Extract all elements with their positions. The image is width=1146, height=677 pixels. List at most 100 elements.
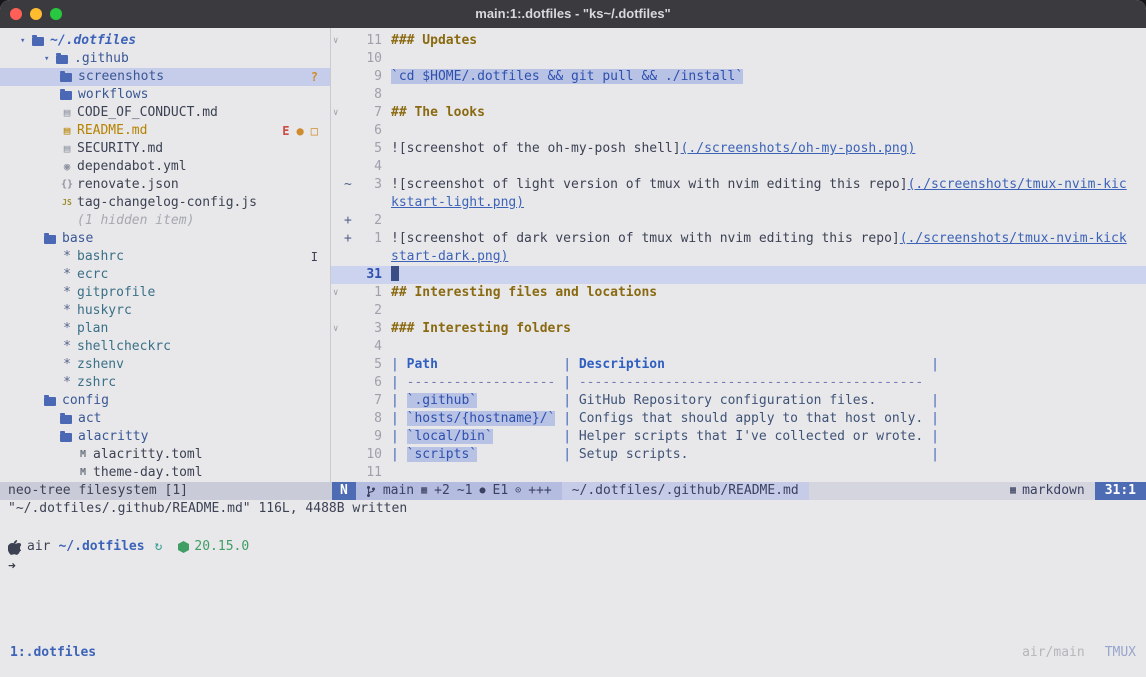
editor-line[interactable]: 6| ------------------- | ---------------…	[331, 374, 1146, 392]
text-segment	[923, 411, 931, 426]
text-segment: Path	[407, 357, 438, 372]
tree-item[interactable]: ▤README.mdE●□	[0, 122, 330, 140]
line-number: 10	[356, 50, 382, 68]
editor-line[interactable]: 10| `scripts` | Setup scripts. |	[331, 446, 1146, 464]
line-text: ![screenshot of light version of tmux wi…	[391, 176, 1146, 194]
editor-line[interactable]: 9`cd $HOME/.dotfiles && git pull && ./in…	[331, 68, 1146, 86]
editor-line[interactable]: kstart-light.png)	[331, 194, 1146, 212]
text-segment: |	[391, 429, 407, 444]
badge-err: E	[282, 122, 289, 140]
editor-line[interactable]: 2	[331, 302, 1146, 320]
tree-item[interactable]: *zshrc	[0, 374, 330, 392]
tree-item[interactable]: ◉dependabot.yml	[0, 158, 330, 176]
prompt-path: ~/.dotfiles	[58, 538, 144, 556]
tree-item[interactable]: ▤CODE_OF_CONDUCT.md	[0, 104, 330, 122]
text-segment	[688, 447, 931, 462]
git-sign	[344, 86, 356, 104]
line-text	[391, 338, 1146, 356]
line-text	[391, 302, 1146, 320]
editor-buffer[interactable]: ∨11### Updates109`cd $HOME/.dotfiles && …	[331, 28, 1146, 482]
tree-item[interactable]: ▾~/.dotfiles	[0, 32, 330, 50]
tree-item[interactable]: *shellcheckrc	[0, 338, 330, 356]
fold-icon	[331, 158, 344, 176]
editor-line[interactable]: ∨1## Interesting files and locations	[331, 284, 1146, 302]
line-text: | ------------------- | ----------------…	[391, 374, 1146, 392]
git-sign: +	[344, 212, 356, 230]
editor-line[interactable]: 10	[331, 50, 1146, 68]
editor-line[interactable]: 5![screenshot of the oh-my-posh shell](.…	[331, 140, 1146, 158]
editor-line[interactable]: 8	[331, 86, 1146, 104]
tree-item[interactable]: config	[0, 392, 330, 410]
statusline-filetype: ▦ markdown	[1000, 482, 1095, 500]
editor-line[interactable]: ∨11### Updates	[331, 32, 1146, 50]
tree-item[interactable]: base	[0, 230, 330, 248]
text-segment: kstart-light.png)	[391, 195, 524, 210]
tree-item[interactable]: *ecrc	[0, 266, 330, 284]
tree-item[interactable]: Mtheme-day.toml	[0, 464, 330, 482]
tree-item[interactable]: Malacritty.toml	[0, 446, 330, 464]
tree-item[interactable]: *gitprofile	[0, 284, 330, 302]
toml-icon: M	[76, 446, 90, 464]
shell-prompt: air ~/.dotfiles ↻ 20.15.0	[0, 538, 1146, 556]
chevron-down-icon: ▾	[44, 50, 56, 68]
minimize-button[interactable]	[30, 8, 42, 20]
fold-icon	[331, 392, 344, 410]
tree-item[interactable]: {}renovate.json	[0, 176, 330, 194]
badge-warn: □	[311, 122, 318, 140]
tree-item[interactable]: act	[0, 410, 330, 428]
editor-line[interactable]: 31	[331, 266, 1146, 284]
git-sign	[344, 194, 356, 212]
tree-item-label: ecrc	[77, 266, 108, 284]
editor-line[interactable]: 6	[331, 122, 1146, 140]
branch-name: main	[383, 482, 414, 500]
editor-line[interactable]: 9| `local/bin` | Helper scripts that I'v…	[331, 428, 1146, 446]
editor-line[interactable]: ~3![screenshot of light version of tmux …	[331, 176, 1146, 194]
tree-item[interactable]: *zshenv	[0, 356, 330, 374]
tree-item[interactable]: *huskyrc	[0, 302, 330, 320]
editor-line[interactable]: 5| Path | Description |	[331, 356, 1146, 374]
tree-item[interactable]: screenshots?	[0, 68, 330, 86]
diff-added: +2	[434, 482, 450, 500]
diff-modified: ~1	[457, 482, 473, 500]
editor-line[interactable]: 7| `.github` | GitHub Repository configu…	[331, 392, 1146, 410]
editor-line[interactable]: 4	[331, 158, 1146, 176]
tree-item[interactable]: (1 hidden item)	[0, 212, 330, 230]
tree-item[interactable]: *bashrcI	[0, 248, 330, 266]
fold-icon	[331, 176, 344, 194]
tree-item[interactable]: ▤SECURITY.md	[0, 140, 330, 158]
zoom-button[interactable]	[50, 8, 62, 20]
cursor-block	[391, 266, 399, 281]
fold-icon	[331, 428, 344, 446]
apple-icon	[8, 540, 21, 555]
fold-icon	[331, 86, 344, 104]
folder-icon	[60, 91, 72, 100]
tmux-window-item[interactable]: 1:.dotfiles	[10, 644, 96, 662]
line-number: 5	[356, 140, 382, 158]
tree-item[interactable]: *plan	[0, 320, 330, 338]
editor-line[interactable]: start-dark.png)	[331, 248, 1146, 266]
tree-item[interactable]: workflows	[0, 86, 330, 104]
close-button[interactable]	[10, 8, 22, 20]
tree-item[interactable]: JStag-changelog-config.js	[0, 194, 330, 212]
editor-line[interactable]: 8| `hosts/{hostname}/` | Configs that sh…	[331, 410, 1146, 428]
tree-item[interactable]: ▾ .github	[0, 50, 330, 68]
tree-item[interactable]: alacritty	[0, 428, 330, 446]
line-number: 11	[356, 464, 382, 482]
editor-line[interactable]: ∨7## The looks	[331, 104, 1146, 122]
fold-icon: ∨	[331, 32, 344, 50]
text-segment	[477, 447, 563, 462]
editor-line[interactable]: +2	[331, 212, 1146, 230]
fold-icon	[331, 446, 344, 464]
tree-item-label: .github	[74, 50, 129, 68]
git-sign	[344, 248, 356, 266]
text-segment: |	[563, 393, 579, 408]
editor-line[interactable]: 4	[331, 338, 1146, 356]
tree-item-label: base	[62, 230, 93, 248]
editor-line[interactable]: ∨3### Interesting folders	[331, 320, 1146, 338]
editor-line[interactable]: +1![screenshot of dark version of tmux w…	[331, 230, 1146, 248]
fold-icon	[331, 140, 344, 158]
text-segment: ----------------------------------------…	[579, 375, 923, 390]
editor-line[interactable]: 11	[331, 464, 1146, 482]
line-number: 1	[356, 230, 382, 248]
json-braces-icon: {}	[60, 176, 74, 194]
